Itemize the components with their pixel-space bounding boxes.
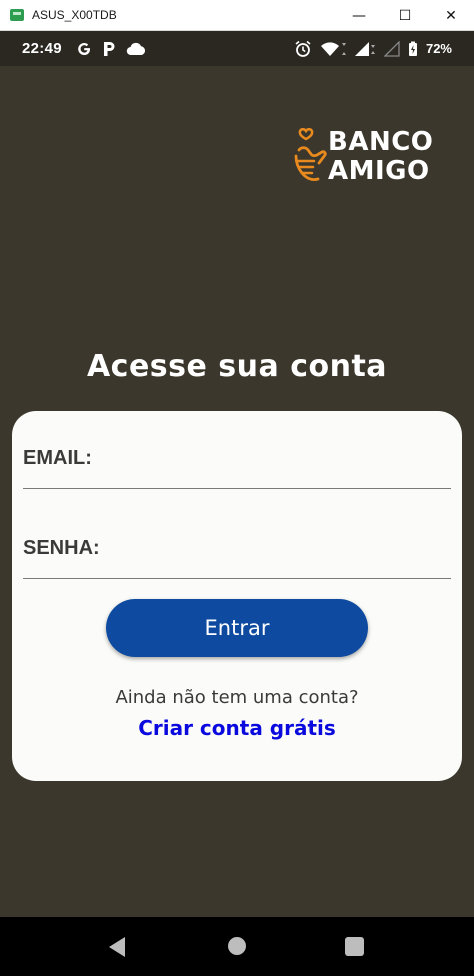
wifi-icon [320,40,346,58]
status-time: 22:49 [22,40,62,57]
minimize-button[interactable]: — [336,0,382,31]
back-icon[interactable] [107,936,127,958]
signal-empty-icon [383,40,400,57]
password-label: SENHA: [23,537,100,559]
home-icon[interactable] [228,937,246,955]
p-icon [102,41,116,57]
logo-line-1: BANCO [328,127,434,157]
navigation-bar [0,917,474,976]
battery-icon [408,41,418,57]
cloud-icon [126,42,146,56]
page-title: Acesse sua conta [86,349,388,384]
banco-amigo-logo: BANCO AMIGO [292,126,442,190]
email-underline [23,488,451,489]
status-bar: 22:49 72% [0,31,474,66]
logo-line-2: AMIGO [328,156,430,186]
alarm-icon [294,40,312,58]
window-controls: — ☐ ✕ [336,0,474,31]
maximize-icon: ☐ [398,7,412,24]
login-button[interactable]: Entrar [106,599,368,657]
password-field[interactable] [107,533,447,563]
close-button[interactable]: ✕ [428,0,474,31]
window-title: ASUS_X00TDB [32,8,117,22]
hand-heart-icon [294,128,327,182]
create-account-link[interactable]: Criar conta grátis [12,716,462,740]
login-card: EMAIL: SENHA: Entrar Ainda não tem uma c… [12,411,462,781]
maximize-button[interactable]: ☐ [382,0,428,31]
signal-icon [354,41,376,57]
minimize-icon: — [352,7,366,24]
recent-apps-icon[interactable] [345,937,364,956]
close-icon: ✕ [445,7,457,24]
app-icon [10,9,24,21]
logo-text: BANCO AMIGO [328,128,433,186]
email-field[interactable] [107,443,447,473]
password-underline [23,578,451,579]
status-left-icons [76,41,146,57]
no-account-text: Ainda não tem uma conta? [115,687,359,708]
status-right-icons: 72% [294,31,452,66]
battery-level: 72% [425,41,452,56]
email-label: EMAIL: [23,447,92,469]
google-icon [76,41,92,57]
window-titlebar: ASUS_X00TDB — ☐ ✕ [0,0,474,31]
